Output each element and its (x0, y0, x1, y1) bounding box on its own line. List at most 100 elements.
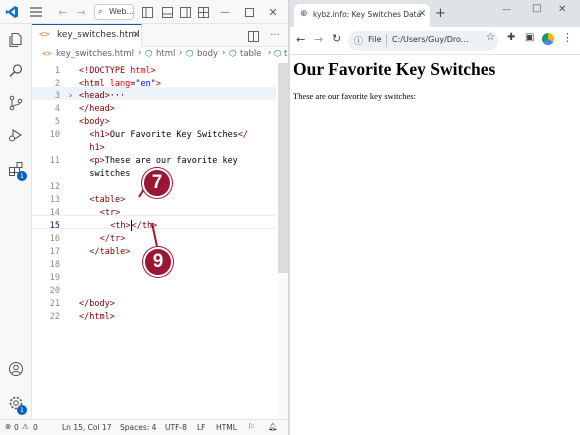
code-line[interactable]: 22 </html> (32, 311, 288, 324)
toggle-panel-icon[interactable] (160, 5, 174, 19)
explorer-icon[interactable] (7, 31, 25, 49)
profile-avatar-icon[interactable] (542, 33, 554, 45)
code-text: </table> (89, 246, 130, 259)
toggle-primary-sidebar-icon[interactable] (140, 5, 154, 19)
code-line[interactable]: 11 <p>These are our favorite key (32, 155, 288, 168)
breadcrumb-file-icon: <> (42, 49, 52, 58)
chevron-right-icon: › (138, 48, 142, 58)
notifications-bell-icon[interactable]: 🔔︎ (268, 422, 278, 431)
code-line[interactable]: h1> (32, 142, 288, 155)
cursor-position[interactable]: Ln 15, Col 17 (62, 423, 111, 432)
code-token: <p> (89, 156, 105, 166)
callout-9: 9 (143, 247, 173, 277)
toggle-secondary-sidebar-icon[interactable] (178, 5, 192, 19)
code-line[interactable]: 10 <h1>Our Favorite Key Switches</ (32, 129, 288, 142)
code-text: </body> (79, 298, 115, 311)
customize-layout-icon[interactable] (196, 5, 210, 19)
extensions-puzzle-icon[interactable]: ✚ (507, 32, 515, 43)
line-number: 12 (49, 182, 60, 192)
feedback-icon[interactable]: ⚐ (248, 422, 255, 431)
line-number: 18 (49, 260, 60, 270)
line-number: 10 (49, 130, 60, 140)
code-text: <table> (89, 194, 125, 207)
warning-count[interactable]: 0 (33, 423, 38, 432)
bookmark-star-icon[interactable]: ☆ (486, 32, 495, 43)
source-control-icon[interactable] (7, 94, 25, 112)
split-editor-icon[interactable] (246, 29, 260, 43)
code-text: <p>These are our favorite key (89, 155, 237, 168)
code-line[interactable]: 21 </body> (32, 298, 288, 311)
breadcrumb-file[interactable]: key_switches.html (56, 49, 134, 59)
warning-icon[interactable]: ⚠ (22, 422, 29, 431)
browser-back-icon[interactable]: ← (296, 33, 305, 46)
back-arrow-icon[interactable]: ← (56, 4, 70, 20)
code-text: <head>··· (79, 90, 125, 103)
error-count[interactable]: 0 (14, 423, 19, 432)
chevron-right-icon: › (222, 48, 226, 58)
command-center-search[interactable]: ⌕ Web... (94, 4, 134, 20)
activity-bar: 1 1 (0, 24, 32, 419)
maximize-icon[interactable] (240, 5, 258, 19)
browser-minimize-icon[interactable]: — (502, 5, 511, 15)
page-paragraph: These are our favorite key switches: (293, 91, 416, 101)
code-token: These are our favorite key (104, 156, 238, 166)
code-text: </head> (79, 103, 115, 116)
browser-tab-close-icon[interactable]: × (418, 8, 426, 19)
language-mode[interactable]: HTML (216, 423, 237, 432)
encoding[interactable]: UTF-8 (165, 423, 187, 432)
code-token: lang (109, 79, 131, 89)
code-line[interactable]: 4 </head> (32, 103, 288, 116)
browser-close-icon[interactable]: ✕ (558, 4, 566, 15)
code-line[interactable]: 16 </tr> (32, 233, 288, 246)
address-text[interactable]: C:/Users/Guy/Dro... (392, 35, 468, 44)
breadcrumb-body[interactable]: body (197, 49, 218, 59)
browser-maximize-icon[interactable]: □ (532, 3, 541, 14)
code-line[interactable]: 3 › <head>··· (32, 90, 288, 103)
search-icon: ⌕ (98, 7, 103, 16)
browser-tab-strip: ⊕ kybz.info: Key Switches Data × + — □ ✕ (290, 0, 580, 27)
end-of-line[interactable]: LF (197, 423, 206, 432)
code-token: <th> (110, 221, 131, 231)
search-view-icon[interactable] (7, 62, 25, 80)
code-token: ··· (109, 91, 126, 101)
extensions-badge: 1 (17, 171, 27, 181)
new-tab-icon[interactable]: + (435, 6, 446, 21)
address-bar[interactable]: ⓘ File C:/Users/Guy/Dro... (348, 31, 498, 51)
code-line[interactable]: 20 (32, 285, 288, 298)
code-text: </tr> (100, 233, 126, 246)
minimize-icon[interactable]: — (216, 5, 234, 19)
code-editor[interactable]: 1 <!DOCTYPE html> 2 <html lang="en"> 3 › <head… (32, 63, 288, 419)
code-line[interactable]: 14 <tr> (32, 207, 288, 220)
reload-icon[interactable]: ↻ (332, 32, 341, 45)
browser-menu-icon[interactable]: ⋮ (562, 31, 573, 44)
code-line[interactable]: 5 <body> (32, 116, 288, 129)
browser-forward-icon[interactable]: → (314, 33, 323, 46)
sidebar-icon[interactable]: ▣ (525, 32, 534, 43)
fold-chevron-icon[interactable]: › (68, 90, 73, 103)
tab-close-icon[interactable]: × (132, 29, 140, 40)
window-close-icon[interactable]: ✕ (264, 5, 282, 19)
editor-tab[interactable]: <> key_switches.html × (32, 24, 142, 47)
indentation[interactable]: Spaces: 4 (120, 423, 156, 432)
error-icon[interactable]: ⊗ (5, 422, 11, 431)
forward-arrow-icon[interactable]: → (74, 4, 88, 20)
breadcrumb-table[interactable]: table (240, 49, 262, 59)
more-actions-icon[interactable]: ··· (268, 28, 282, 42)
code-token: <head> (79, 91, 110, 101)
settings-badge: 1 (17, 405, 27, 415)
code-text: <!DOCTYPE html> (79, 65, 156, 78)
account-icon[interactable] (7, 360, 25, 378)
element-icon: ⬡ (274, 49, 282, 59)
code-line[interactable]: 1 <!DOCTYPE html> (32, 65, 288, 78)
line-number: 22 (49, 312, 60, 322)
menu-icon[interactable] (28, 4, 44, 20)
browser-tab[interactable]: ⊕ kybz.info: Key Switches Data × (294, 4, 430, 27)
breadcrumb-html[interactable]: html (156, 49, 175, 59)
code-token: > (150, 66, 156, 76)
code-token: <h1> (89, 130, 110, 140)
line-number: 20 (49, 286, 60, 296)
code-line[interactable]: 15 <th></th> (32, 220, 288, 233)
file-info-icon[interactable]: ⓘ (354, 34, 363, 47)
element-icon: ⬡ (145, 49, 153, 59)
run-debug-icon[interactable] (7, 126, 25, 144)
